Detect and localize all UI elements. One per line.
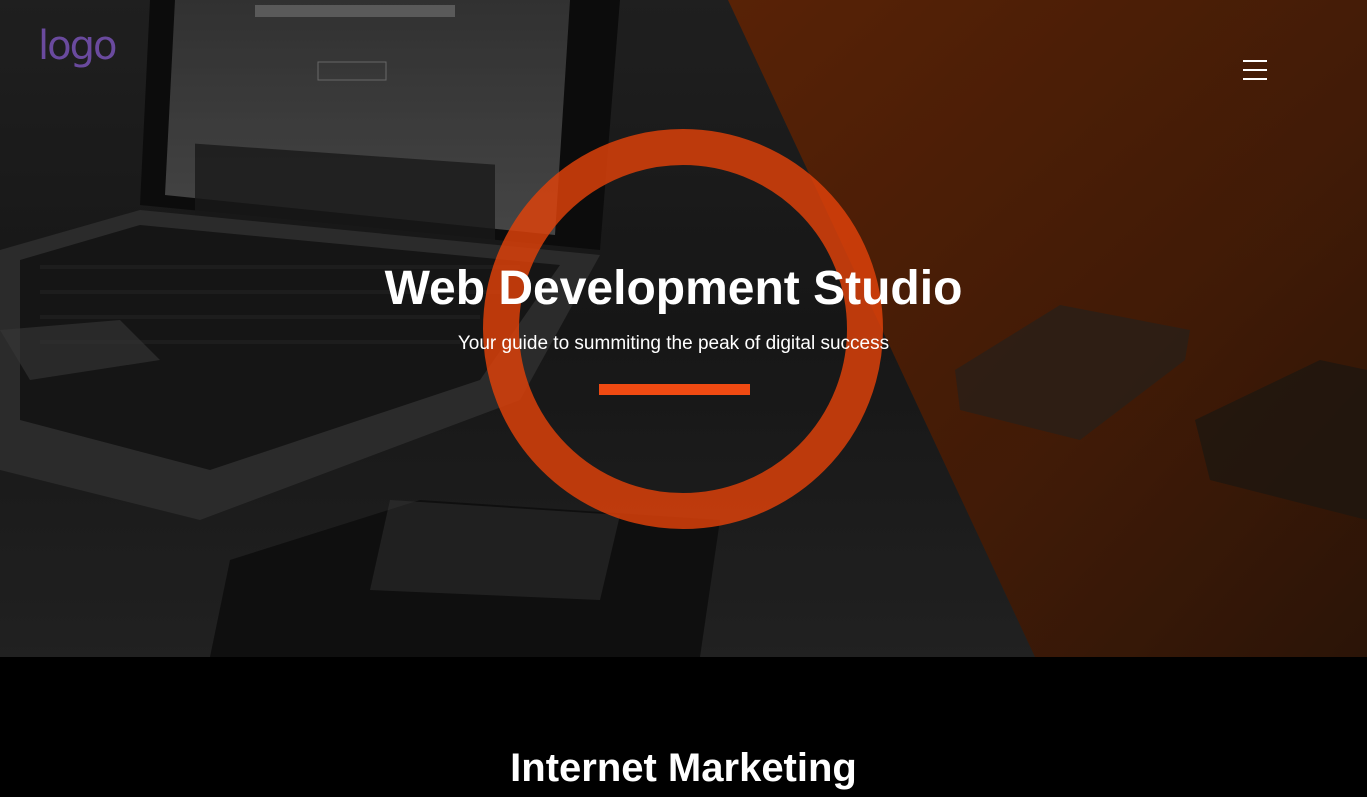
decorative-ring [483,129,883,529]
hero-section: logo Web Development Studio Your guide t… [0,0,1367,657]
internet-marketing-section: Internet Marketing [0,657,1367,797]
section-title: Internet Marketing [510,746,857,790]
hero-subtitle: Your guide to summiting the peak of digi… [457,333,890,354]
hamburger-menu-icon[interactable] [1243,60,1267,82]
accent-divider [599,384,750,395]
logo[interactable]: logo [38,26,117,66]
hero-title: Web Development Studio [384,262,963,315]
